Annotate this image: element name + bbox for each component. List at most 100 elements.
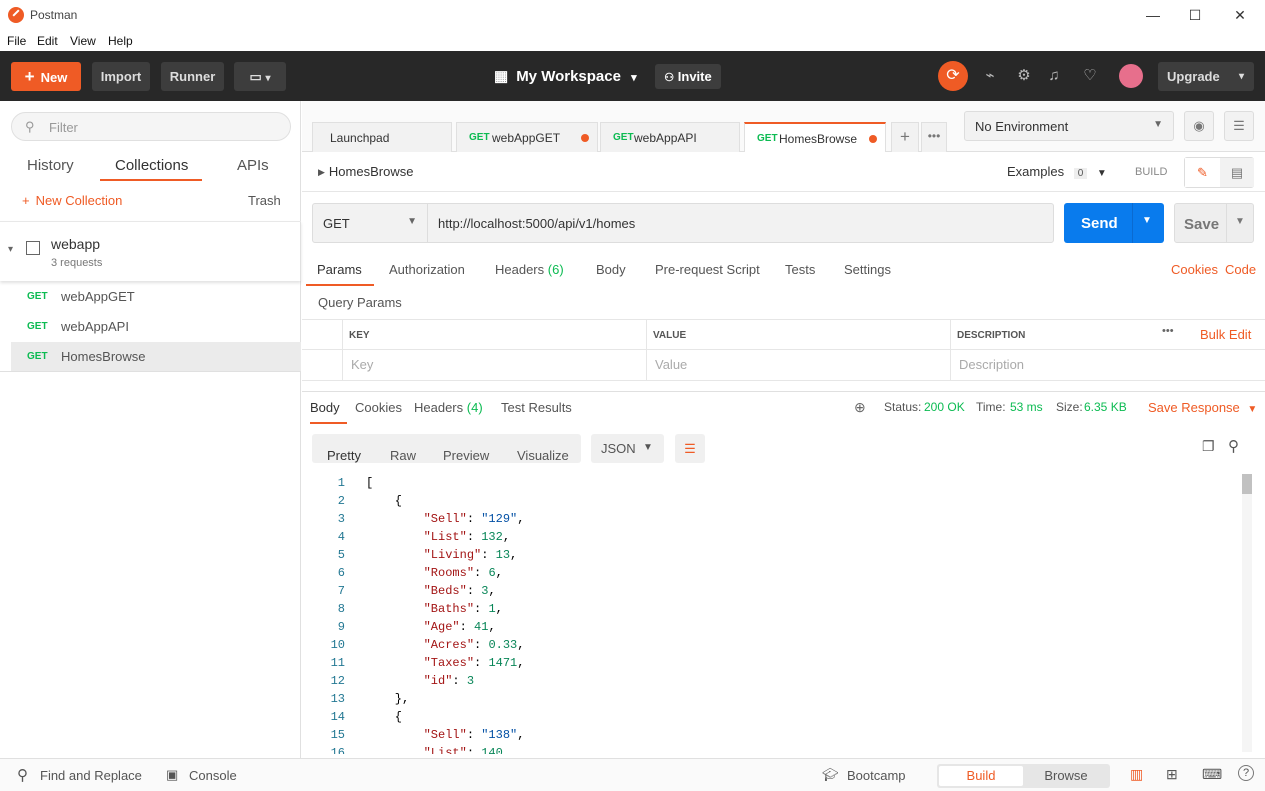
tab-launchpad[interactable]: Launchpad [312,122,452,152]
copy-icon[interactable]: ❐ [1202,438,1215,455]
new-window-button[interactable]: ▭ ▾ [234,62,286,91]
tab-response-cookies[interactable]: Cookies [355,400,402,415]
build-mode-toggle[interactable]: ✎ ▤ [1184,157,1254,188]
tab-homesbrowse[interactable]: GET HomesBrowse [744,122,886,152]
help-icon[interactable]: ? [1238,765,1254,781]
send-button[interactable]: Send ▼ [1064,203,1164,243]
new-collection-button[interactable]: + New Collection [22,193,122,208]
tab-webappapi[interactable]: GET webAppAPI [600,122,740,152]
save-response-button[interactable]: Save Response ▼ [1148,400,1257,415]
browse-mode-button[interactable]: Browse [1024,768,1108,783]
code-line: "Age": 41, [423,620,496,634]
chevron-down-icon[interactable]: ▼ [1142,215,1152,226]
scrollbar-thumb[interactable] [1242,474,1252,494]
graduation-cap-icon: 🎓︎ [822,767,839,782]
invite-button[interactable]: ⚇ Invite [655,64,721,89]
tab-response-headers[interactable]: Headers (4) [414,400,483,415]
comment-icon[interactable]: ▤ [1220,158,1254,187]
format-select[interactable]: JSON ▼ [591,434,664,463]
tab-webappget[interactable]: GET webAppGET [456,122,598,152]
menu-edit[interactable]: Edit [37,34,58,48]
collection-webapp[interactable]: ▾ webapp 3 requests [0,221,301,281]
bootcamp-button[interactable]: Bootcamp [847,768,906,783]
title-bar: Postman — ☐ ✕ [0,0,1265,30]
sidebar-item-webappapi[interactable]: GET webAppAPI [11,312,301,341]
new-tab-button[interactable]: + [891,122,919,152]
keyboard-icon[interactable]: ⌨ [1202,766,1222,783]
menu-file[interactable]: File [7,34,26,48]
pencil-icon[interactable]: ✎ [1185,158,1220,187]
tab-history[interactable]: History [27,157,74,174]
runner-button[interactable]: Runner [161,62,224,91]
new-button[interactable]: + New [11,62,81,91]
tab-test-results[interactable]: Test Results [501,400,572,415]
code-link[interactable]: Code [1225,262,1256,277]
tab-settings[interactable]: Settings [844,262,891,277]
tab-response-body[interactable]: Body [310,400,340,415]
minimize-button[interactable]: — [1133,4,1173,26]
line-number: 8 [337,602,345,616]
gear-icon[interactable]: ⚙ [1015,67,1033,85]
tab-collections[interactable]: Collections [115,157,188,174]
globe-icon[interactable]: ⊕ [854,399,866,416]
eye-icon[interactable]: ◉ [1184,111,1214,141]
satellite-icon[interactable]: ⌁ [981,67,999,85]
find-and-replace-button[interactable]: Find and Replace [40,768,142,783]
tab-authorization[interactable]: Authorization [389,262,465,277]
method-select[interactable]: GET ▼ [313,204,428,242]
window-icon: ▭ [249,69,262,84]
examples-dropdown[interactable]: Examples 0 ▼ [1007,164,1107,179]
console-button[interactable]: Console [189,768,237,783]
tab-tests[interactable]: Tests [785,262,815,277]
ellipsis-icon[interactable]: ••• [1162,325,1174,337]
wrap-lines-icon[interactable]: ☰ [675,434,705,463]
filter-input[interactable]: ⚲ Filter [11,112,291,141]
url-input[interactable]: http://localhost:5000/api/v1/homes [438,216,635,231]
environment-selector[interactable]: No Environment ▼ [964,111,1174,141]
upgrade-button[interactable]: Upgrade ▾ [1158,62,1254,91]
active-tab-indicator [100,179,202,181]
value-input[interactable]: Value [646,350,950,381]
layout-icon[interactable]: ⊞ [1166,766,1178,783]
more-tabs-button[interactable]: ••• [921,122,947,152]
search-icon[interactable]: ⚲ [1228,437,1239,455]
view-raw[interactable]: Raw [390,448,416,463]
bulk-edit-link[interactable]: Bulk Edit [1200,327,1251,342]
trash-button[interactable]: Trash [248,193,281,208]
tab-body[interactable]: Body [596,262,626,277]
settings-sliders-icon[interactable]: ☰ [1224,111,1254,141]
scrollbar-track[interactable] [1242,474,1252,752]
grid-icon: ▦ [494,68,509,85]
chevron-down-icon[interactable]: ▼ [1235,216,1245,227]
description-input[interactable]: Description [950,350,1265,381]
close-button[interactable]: ✕ [1220,4,1260,26]
sidebar-item-webappget[interactable]: GET webAppGET [11,282,301,311]
bell-icon[interactable]: ♫ [1045,67,1063,85]
tab-apis[interactable]: APIs [237,157,269,174]
cookies-link[interactable]: Cookies [1171,262,1218,277]
response-code-editor[interactable]: 1 [2 {3 "Sell": "129", 4 "List": 132, 5 "Li… [302,474,1265,754]
import-button[interactable]: Import [92,62,150,91]
build-mode-button[interactable]: Build [939,766,1023,786]
sync-icon[interactable]: ⟳ [938,61,968,91]
view-preview[interactable]: Preview [443,448,489,463]
maximize-button[interactable]: ☐ [1175,4,1215,26]
two-pane-icon[interactable]: ▥ [1130,766,1143,783]
sidebar-item-homesbrowse[interactable]: GET HomesBrowse [11,342,301,371]
workspace-selector[interactable]: ▦ My Workspace ▾ [494,67,637,85]
view-visualize[interactable]: Visualize [517,448,569,463]
tab-pre-request-script[interactable]: Pre-request Script [655,262,760,277]
menu-view[interactable]: View [70,34,96,48]
tab-headers[interactable]: Headers (6) [495,262,564,277]
key-input[interactable]: Key [342,350,646,381]
save-button[interactable]: Save ▼ [1174,203,1254,243]
avatar[interactable] [1119,64,1143,88]
tab-params[interactable]: Params [317,262,362,277]
code-line: }, [366,692,410,706]
send-divider [1132,203,1133,243]
request-name-header[interactable]: ▶ HomesBrowse [318,164,421,179]
menu-help[interactable]: Help [108,34,133,48]
view-pretty[interactable]: Pretty [327,448,361,463]
heart-icon[interactable]: ♡ [1081,67,1099,85]
search-icon: ⚲ [17,767,28,784]
